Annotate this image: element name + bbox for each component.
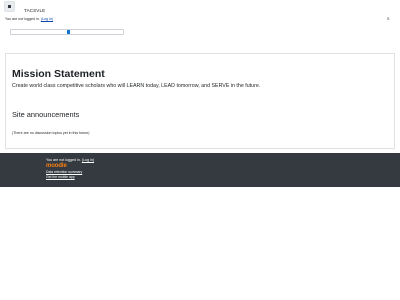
site-name[interactable]: TACSVLE (24, 8, 45, 13)
footer-login-info: You are not logged in. (Log in) (46, 158, 94, 162)
mobile-app-link[interactable]: Get the mobile app (46, 175, 75, 179)
page-footer: You are not logged in. (Log in) moodle D… (0, 153, 400, 187)
top-navbar: TACSVLE (0, 0, 400, 17)
header-login-info: You are not logged in. (Log in) (5, 17, 53, 21)
search-cursor (67, 30, 70, 34)
header-login-link[interactable]: (Log in) (41, 17, 53, 21)
hamburger-icon (8, 5, 11, 8)
data-retention-link[interactable]: Data retention summary (46, 170, 82, 174)
mission-title: Mission Statement (12, 68, 105, 80)
drawer-toggle-button[interactable] (4, 1, 15, 12)
mission-text: Create world class competitive scholars … (12, 83, 261, 89)
main-content-card: Mission Statement Create world class com… (5, 53, 395, 149)
footer-not-logged-in-text: You are not logged in. (46, 158, 81, 162)
header-right-marker[interactable]: S (387, 17, 389, 21)
not-logged-in-text: You are not logged in. (5, 17, 40, 21)
page: TACSVLE You are not logged in. (Log in) … (0, 0, 400, 300)
moodle-logo-text: moodle (46, 162, 67, 169)
announcements-title: Site announcements (12, 110, 80, 119)
moodle-logo[interactable]: moodle (46, 163, 67, 169)
footer-login-link[interactable]: (Log in) (82, 158, 94, 162)
announcements-empty-text: (There are no discussion topics yet in t… (12, 131, 90, 135)
course-search-input[interactable] (10, 29, 124, 35)
